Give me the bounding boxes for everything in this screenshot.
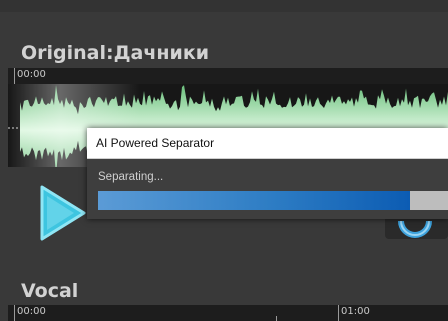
dialog-status-text: Separating... [98,171,164,183]
separator-window: Original:Дачники 00:00 Vocal 00:00 01:00… [0,0,448,321]
original-timeline[interactable]: 00:00 [8,68,448,84]
original-track-title: Original:Дачники [21,42,210,64]
timeline-label-minute: 01:00 [341,306,370,317]
play-button[interactable] [34,183,90,243]
timeline-tick [338,305,339,321]
progress-bar [98,191,448,210]
timeline-tick [276,316,277,321]
vocal-timeline[interactable]: 00:00 01:00 [8,305,448,321]
dialog-titlebar[interactable]: AI Powered Separator [87,128,448,159]
play-icon [40,185,86,241]
dialog-title: AI Powered Separator [96,136,215,150]
timeline-tick [14,68,15,84]
timeline-tick [14,305,15,321]
timeline-label-start: 00:00 [17,69,46,80]
timeline-label-start: 00:00 [17,306,46,317]
separator-dialog: AI Powered Separator Separating... [87,128,448,219]
vocal-track-title: Vocal [21,280,79,302]
progress-fill [98,191,410,210]
top-bar [0,0,448,12]
